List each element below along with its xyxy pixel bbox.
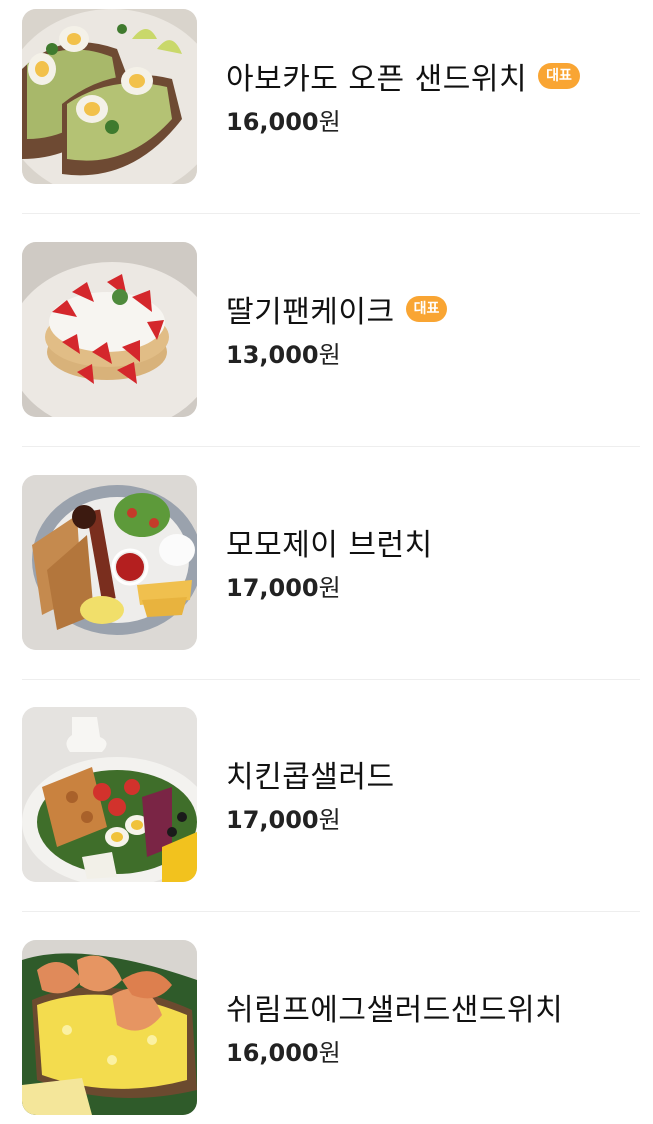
price-unit: 원 [318, 341, 341, 369]
menu-name: 아보카도 오픈 샌드위치 [226, 62, 528, 97]
menu-list: 아보카도 오픈 샌드위치 대표 16,000원 딸기팬케이크 대표 13,000… [0, 0, 653, 1124]
menu-price: 13,000원 [226, 335, 447, 370]
price-unit: 원 [318, 108, 341, 136]
name-row: 치킨콥샐러드 [226, 754, 395, 795]
brunch-plate-image [22, 475, 197, 650]
menu-item-chicken-cobb-salad[interactable]: 치킨콥샐러드 17,000원 [22, 707, 640, 882]
divider [22, 679, 640, 680]
menu-price: 17,000원 [226, 800, 395, 835]
menu-price: 16,000원 [226, 1033, 563, 1068]
price-value: 17,000 [226, 574, 319, 602]
menu-item-strawberry-pancake[interactable]: 딸기팬케이크 대표 13,000원 [22, 242, 640, 417]
divider [22, 446, 640, 447]
menu-item-info: 모모제이 브런치 17,000원 [226, 522, 433, 603]
price-value: 13,000 [226, 341, 319, 369]
menu-item-info: 쉬림프에그샐러드샌드위치 16,000원 [226, 987, 563, 1068]
menu-item-avocado-open-sandwich[interactable]: 아보카도 오픈 샌드위치 대표 16,000원 [22, 9, 640, 184]
name-row: 쉬림프에그샐러드샌드위치 [226, 987, 564, 1028]
food-photo [22, 242, 197, 417]
menu-name: 모모제이 브런치 [226, 528, 433, 563]
price-unit: 원 [318, 574, 341, 602]
menu-price: 17,000원 [226, 568, 433, 603]
shrimp-sandwich-image [22, 940, 197, 1115]
cobb-salad-image [22, 707, 197, 882]
price-value: 17,000 [226, 806, 319, 834]
menu-item-shrimp-egg-salad-sandwich[interactable]: 쉬림프에그샐러드샌드위치 16,000원 [22, 940, 640, 1115]
food-photo [22, 707, 197, 882]
menu-item-momoj-brunch[interactable]: 모모제이 브런치 17,000원 [22, 475, 640, 650]
menu-name: 치킨콥샐러드 [226, 760, 395, 795]
price-unit: 원 [318, 1039, 341, 1067]
menu-price: 16,000원 [226, 102, 580, 137]
menu-name: 딸기팬케이크 [226, 295, 395, 330]
name-row: 모모제이 브런치 [226, 522, 433, 563]
menu-item-info: 치킨콥샐러드 17,000원 [226, 754, 395, 835]
menu-item-info: 딸기팬케이크 대표 13,000원 [226, 289, 448, 370]
signature-badge: 대표 [405, 296, 448, 322]
food-photo [22, 9, 197, 184]
price-unit: 원 [318, 806, 341, 834]
price-value: 16,000 [226, 1039, 319, 1067]
strawberry-pancake-image [22, 242, 197, 417]
signature-badge: 대표 [538, 63, 580, 89]
price-value: 16,000 [226, 108, 319, 136]
food-photo [22, 475, 197, 650]
menu-item-info: 아보카도 오픈 샌드위치 대표 16,000원 [226, 56, 580, 137]
divider [22, 213, 640, 214]
menu-name: 쉬림프에그샐러드샌드위치 [226, 993, 564, 1028]
food-photo [22, 940, 197, 1115]
name-row: 아보카도 오픈 샌드위치 대표 [226, 56, 580, 97]
divider [22, 911, 640, 912]
name-row: 딸기팬케이크 대표 [226, 289, 448, 330]
avocado-sandwich-image [22, 9, 197, 184]
